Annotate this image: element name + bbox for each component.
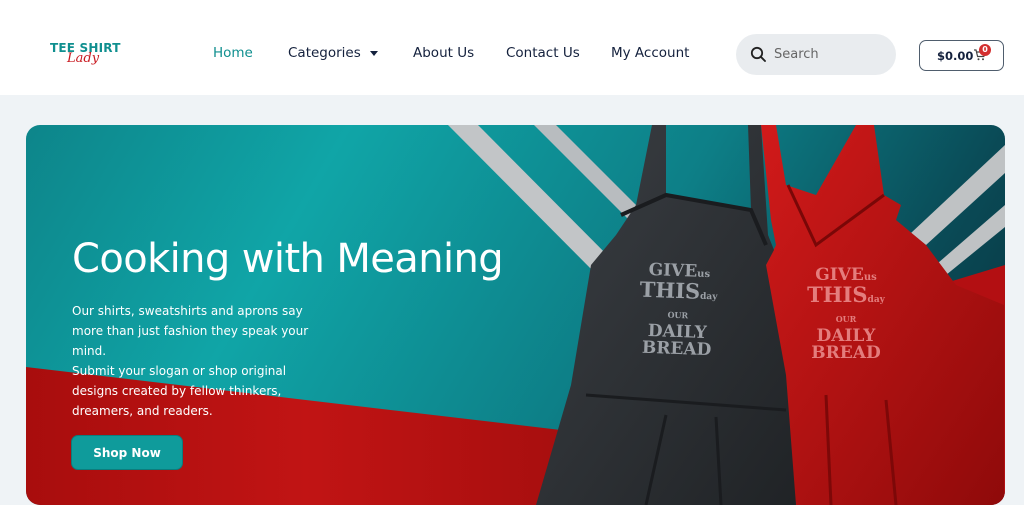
- hero-banner: GIVEus THISday OUR DAILY BREAD GIVEus TH…: [26, 125, 1005, 505]
- red-apron-slogan: GIVEus THISday OUR DAILY BREAD: [806, 267, 886, 362]
- nav-categories-label: Categories: [288, 45, 361, 61]
- cart-count-badge: 0: [979, 44, 991, 56]
- site-header: TEE SHIRT Lady Home Categories About Us …: [0, 0, 1024, 95]
- apron-slogan-word: day: [867, 295, 885, 305]
- search-box[interactable]: [736, 34, 896, 75]
- apron-slogan-word: OUR: [835, 314, 857, 324]
- cart-amount: $0.00: [937, 49, 974, 63]
- nav-about-us[interactable]: About Us: [413, 45, 474, 65]
- nav-categories[interactable]: Categories: [288, 45, 378, 65]
- apron-slogan-word: BREAD: [641, 337, 712, 361]
- apron-slogan-word: OUR: [667, 309, 689, 321]
- hero-description: Our shirts, sweatshirts and aprons say m…: [72, 301, 317, 421]
- apron-slogan-word: BREAD: [811, 343, 881, 363]
- hero-title: Cooking with Meaning: [72, 236, 504, 282]
- apron-slogan-word: day: [699, 291, 718, 303]
- search-icon[interactable]: [750, 46, 767, 63]
- shop-now-button[interactable]: Shop Now: [71, 435, 183, 470]
- search-input[interactable]: [774, 43, 886, 65]
- apron-slogan-word: THIS: [639, 276, 701, 304]
- black-apron-slogan: GIVEus THISday OUR DAILY BREAD: [636, 260, 719, 361]
- nav-home[interactable]: Home: [213, 45, 253, 65]
- logo[interactable]: TEE SHIRT Lady: [50, 41, 120, 69]
- apron-slogan-word: THIS: [807, 282, 868, 307]
- nav-my-account[interactable]: My Account: [611, 45, 689, 65]
- hero-description-line: Our shirts, sweatshirts and aprons say m…: [72, 304, 309, 358]
- logo-script-text: Lady: [67, 51, 100, 66]
- chevron-down-icon: [369, 50, 378, 56]
- nav-contact-us[interactable]: Contact Us: [506, 45, 580, 65]
- hero-description-line: Submit your slogan or shop original desi…: [72, 364, 287, 418]
- cart-button[interactable]: $0.00 0: [919, 40, 1004, 71]
